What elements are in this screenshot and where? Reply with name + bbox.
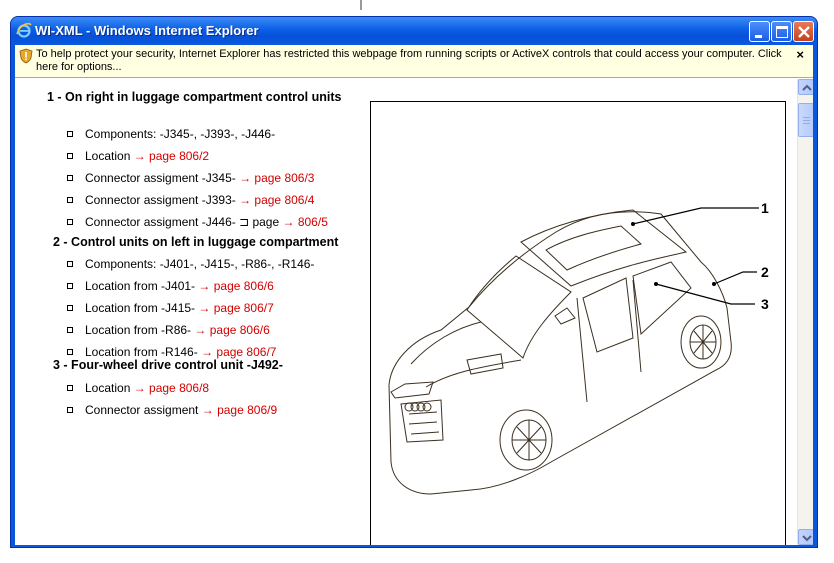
square-bullet-icon xyxy=(67,283,73,289)
page-content: 1 - On right in luggage compartment cont… xyxy=(15,79,797,545)
scroll-up-button[interactable] xyxy=(798,79,813,95)
callout-1: 1 xyxy=(761,200,769,216)
list-item[interactable]: Location → page 806/2 xyxy=(67,149,209,163)
list-item[interactable]: Connector assigment -J446- ⊐ page → 806/… xyxy=(67,215,328,229)
section-heading: 2 - Control units on left in luggage com… xyxy=(53,235,339,249)
square-bullet-icon xyxy=(67,175,73,181)
list-item[interactable]: Connector assigment -J393- → page 806/4 xyxy=(67,193,314,207)
chevron-down-icon xyxy=(802,535,812,542)
list-item[interactable]: Location from -J415- → page 806/7 xyxy=(67,301,274,315)
ie-popup-window: WI-XML - Windows Internet Explorer To he… xyxy=(10,16,818,548)
vehicle-figure: 1 2 3 xyxy=(370,101,786,545)
list-item: Components: -J345-, -J393-, -J446- xyxy=(67,127,275,141)
minimize-icon xyxy=(755,35,762,38)
page-reference-link[interactable]: → page 806/6 xyxy=(194,323,269,337)
item-text: Location from -J401- xyxy=(85,279,199,293)
page-reference-link[interactable]: → page 806/4 xyxy=(239,193,314,207)
scroll-thumb[interactable] xyxy=(798,103,813,137)
section-heading: 3 - Four-wheel drive control unit -J492- xyxy=(53,358,283,372)
scroll-down-button[interactable] xyxy=(798,529,813,545)
minimize-button[interactable] xyxy=(749,21,770,42)
list-item[interactable]: Connector assigment -J345- → page 806/3 xyxy=(67,171,314,185)
item-text: Connector assigment -J345- xyxy=(85,171,240,185)
square-bullet-icon xyxy=(67,385,73,391)
item-text: Connector assigment -J446- ⊐ page xyxy=(85,215,283,229)
square-bullet-icon xyxy=(67,131,73,137)
square-bullet-icon xyxy=(67,305,73,311)
callout-2: 2 xyxy=(761,264,769,280)
square-bullet-icon xyxy=(67,407,73,413)
maximize-button[interactable] xyxy=(771,21,792,42)
page-reference-link[interactable]: → 806/5 xyxy=(283,215,328,229)
page-reference-link[interactable]: → page 806/7 xyxy=(198,301,273,315)
close-button[interactable] xyxy=(793,21,814,42)
background-divider xyxy=(360,0,362,10)
browser-client-area: To help protect your security, Internet … xyxy=(15,45,813,545)
square-bullet-icon xyxy=(67,327,73,333)
square-bullet-icon xyxy=(67,153,73,159)
infobar-message: To help protect your security, Internet … xyxy=(36,48,782,73)
square-bullet-icon xyxy=(67,261,73,267)
list-item[interactable]: Location from -J401- → page 806/6 xyxy=(67,279,274,293)
square-bullet-icon xyxy=(67,197,73,203)
section-heading: 1 - On right in luggage compartment cont… xyxy=(47,90,342,104)
page-reference-link[interactable]: → page 806/2 xyxy=(134,149,209,163)
item-text: Location xyxy=(85,381,134,395)
chevron-up-icon xyxy=(802,84,812,91)
ie-logo-icon xyxy=(16,22,32,38)
item-text: Connector assigment -J393- xyxy=(85,193,240,207)
information-bar[interactable]: To help protect your security, Internet … xyxy=(15,45,813,78)
infobar-close-button[interactable]: × xyxy=(796,47,804,62)
page-reference-link[interactable]: → page 806/6 xyxy=(198,279,273,293)
page-reference-link[interactable]: → page 806/8 xyxy=(134,381,209,395)
list-item[interactable]: Location from -R86- → page 806/6 xyxy=(67,323,270,337)
item-text: Location from -R86- xyxy=(85,323,195,337)
square-bullet-icon xyxy=(67,219,73,225)
title-bar[interactable]: WI-XML - Windows Internet Explorer xyxy=(11,17,817,45)
maximize-icon xyxy=(776,26,788,38)
shield-warning-icon xyxy=(19,48,33,64)
list-item: Components: -J401-, -J415-, -R86-, -R146… xyxy=(67,257,314,271)
vertical-scrollbar[interactable] xyxy=(797,79,813,545)
item-text: Components: -J401-, -J415-, -R86-, -R146… xyxy=(85,257,315,271)
close-icon xyxy=(798,26,810,38)
window-title: WI-XML - Windows Internet Explorer xyxy=(35,23,259,38)
page-reference-link[interactable]: → page 806/3 xyxy=(239,171,314,185)
item-text: Connector assigment xyxy=(85,403,202,417)
list-item[interactable]: Connector assigment → page 806/9 xyxy=(67,403,277,417)
item-text: Components: -J345-, -J393-, -J446- xyxy=(85,127,276,141)
square-bullet-icon xyxy=(67,349,73,355)
item-text: Location from -J415- xyxy=(85,301,199,315)
page-reference-link[interactable]: → page 806/9 xyxy=(202,403,277,417)
car-illustration: 1 2 3 xyxy=(388,200,769,495)
list-item[interactable]: Location → page 806/8 xyxy=(67,381,209,395)
item-text: Location xyxy=(85,149,134,163)
callout-3: 3 xyxy=(761,296,769,312)
